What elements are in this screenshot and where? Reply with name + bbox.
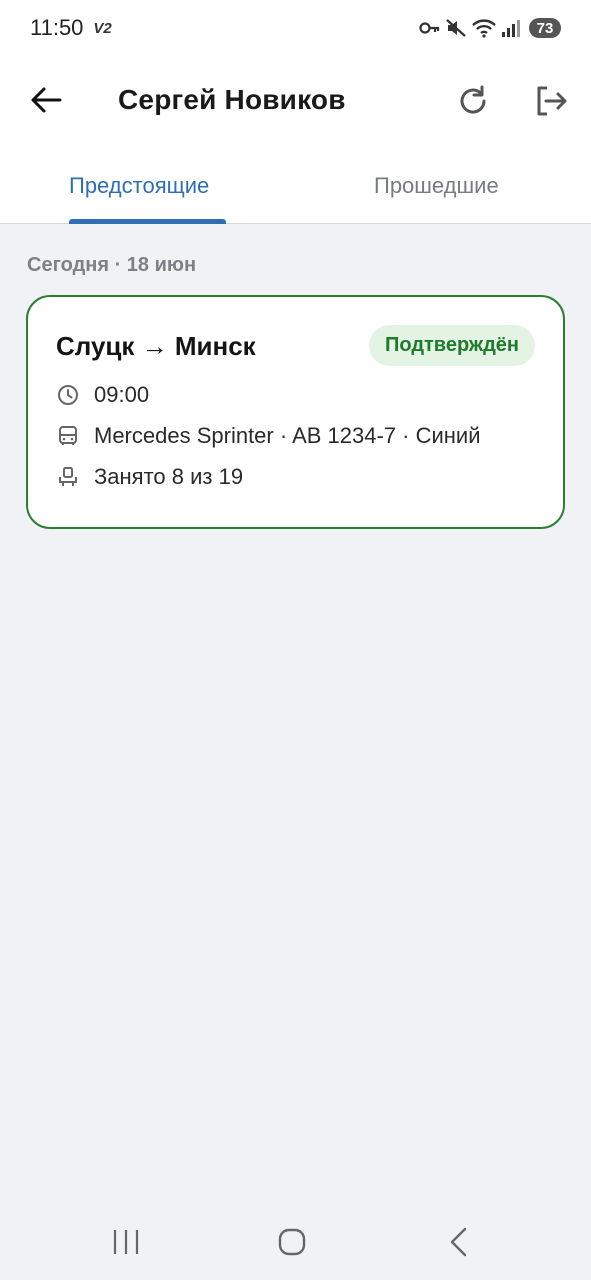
bus-icon <box>59 426 77 445</box>
key-icon <box>419 20 441 36</box>
tab-upcoming[interactable]: Предстоящие <box>69 148 209 223</box>
active-tab-indicator <box>69 219 226 224</box>
battery-icon: 73 <box>529 18 561 38</box>
logout-button[interactable] <box>530 80 572 122</box>
status-bar: 11:50 V2 73 <box>0 0 591 56</box>
recent-apps-icon <box>113 1230 139 1254</box>
signal-icon <box>501 18 521 38</box>
home-icon <box>278 1228 306 1256</box>
trip-seats-row: Занято 8 из 19 <box>56 464 243 490</box>
logout-icon <box>537 86 567 116</box>
tab-past[interactable]: Прошедшие <box>374 148 499 223</box>
trip-vehicle: Mercedes Sprinter · AB 1234-7 · Синий <box>94 423 481 448</box>
tab-bar: Предстоящие Прошедшие <box>0 148 591 224</box>
status-badge: Подтверждён <box>368 325 535 366</box>
section-date-label: Сегодня · 18 июн <box>27 254 197 276</box>
home-button[interactable] <box>272 1222 312 1262</box>
trip-vehicle-row: Mercedes Sprinter · AB 1234-7 · Синий <box>56 423 481 449</box>
trip-time: 09:00 <box>94 382 150 407</box>
network-label: V2 <box>93 19 112 37</box>
status-time: 11:50 <box>30 15 84 40</box>
mute-icon <box>445 18 467 38</box>
seat-icon <box>59 467 77 486</box>
page-title: Сергей Новиков <box>118 84 346 115</box>
app-bar: Сергей Новиков <box>0 56 591 148</box>
status-bar-right: 73 <box>419 18 561 38</box>
clock-icon <box>58 385 78 405</box>
trip-card[interactable]: Слуцк → Минск Подтверждён 09:00 Mercedes… <box>26 295 565 529</box>
trip-route: Слуцк → Минск <box>56 331 256 361</box>
system-back-button[interactable] <box>438 1222 478 1262</box>
refresh-button[interactable] <box>452 80 494 122</box>
arrow-left-icon <box>31 87 62 113</box>
refresh-icon <box>460 85 486 114</box>
trip-time-row: 09:00 <box>56 382 149 408</box>
trip-seats: Занято 8 из 19 <box>94 464 244 489</box>
system-nav-bar <box>0 1200 591 1280</box>
recent-apps-button[interactable] <box>106 1222 146 1262</box>
status-bar-left: 11:50 V2 <box>30 15 112 41</box>
wifi-icon <box>471 18 497 38</box>
back-button[interactable] <box>26 80 66 120</box>
back-icon <box>450 1227 467 1257</box>
